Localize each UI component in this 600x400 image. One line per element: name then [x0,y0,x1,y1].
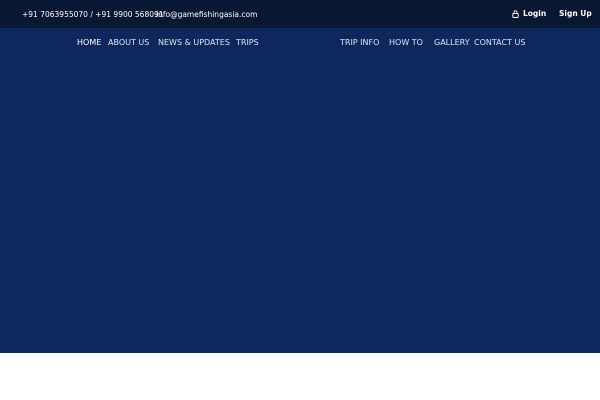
nav-item-gallery[interactable]: GALLERY [434,38,470,47]
nav-item-contact-us[interactable]: CONTACT US [474,38,525,47]
nav-item-home[interactable]: HOME [77,38,101,47]
signup-link[interactable]: Sign Up [559,9,592,18]
nav-item-news-updates[interactable]: NEWS & UPDATES [158,38,230,47]
nav-item-trips[interactable]: TRIPS [236,38,259,47]
login-label: Login [523,9,547,18]
hero-section: HOME ABOUT US NEWS & UPDATES TRIPS TRIP … [0,28,600,353]
top-bar: +91 7063955070 / +91 9900 568091 info@ga… [0,0,600,28]
nav-item-about-us[interactable]: ABOUT US [108,38,149,47]
page-body [0,353,600,400]
contact-phone[interactable]: +91 7063955070 / +91 9900 568091 [22,10,164,19]
contact-email[interactable]: info@gamefishingasia.com [156,10,257,19]
login-link[interactable]: Login [512,9,546,18]
nav-item-how-to[interactable]: HOW TO [389,38,423,47]
nav-item-trip-info[interactable]: TRIP INFO [340,38,379,47]
main-nav: HOME ABOUT US NEWS & UPDATES TRIPS TRIP … [0,38,600,50]
lock-icon [512,9,519,18]
